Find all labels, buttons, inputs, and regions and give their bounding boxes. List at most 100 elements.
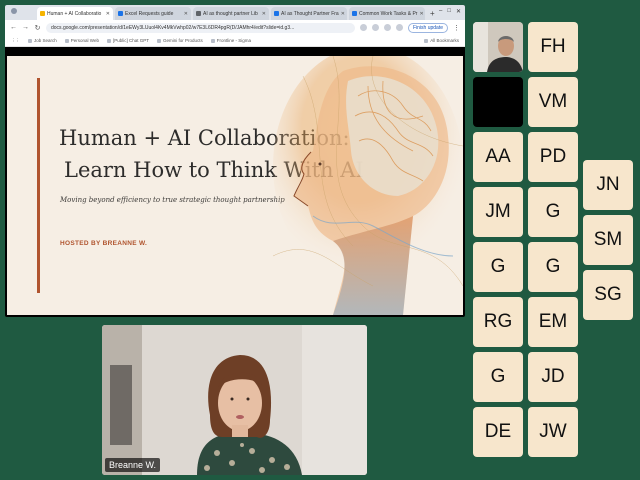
slides-icon xyxy=(40,11,45,16)
presenter-video-frame xyxy=(102,325,367,475)
close-icon[interactable]: ✕ xyxy=(419,11,423,17)
participant-initials: G xyxy=(545,201,561,222)
docs-icon xyxy=(352,11,357,16)
page-icon xyxy=(106,38,111,43)
participant-tile[interactable]: RG xyxy=(473,297,523,347)
participant-initials: DE xyxy=(484,421,512,442)
finish-update-button[interactable]: Finish update xyxy=(407,22,448,33)
close-icon[interactable]: ✕ xyxy=(106,11,110,17)
close-icon[interactable]: ✕ xyxy=(184,11,188,17)
folder-icon xyxy=(424,38,429,43)
bookmark-frontline[interactable]: Frontline - Sigma xyxy=(210,38,251,43)
more-menu-icon[interactable]: ⋮ xyxy=(453,24,460,32)
participant-tile[interactable]: SM xyxy=(583,215,633,265)
presenter-video[interactable]: Breanne W. xyxy=(102,325,367,475)
participant-tile[interactable]: G xyxy=(473,352,523,402)
presenter-name-tag: Breanne W. xyxy=(105,458,161,472)
close-window-icon[interactable]: ✕ xyxy=(456,8,461,15)
participant-initials: G xyxy=(545,256,561,277)
participant-tile[interactable]: G xyxy=(473,242,523,292)
participant-tile[interactable]: DE xyxy=(473,407,523,457)
browser-tabbar: Human + AI Collaboratio ✕ Excel Requests… xyxy=(5,5,465,20)
tab-label: Common Work Tasks & Pr xyxy=(359,10,418,17)
tab-thought-partner-fra[interactable]: AI as Thought Partner Fra ✕ xyxy=(271,7,347,20)
participant-initials: JW xyxy=(539,421,567,442)
participant-tile[interactable]: EM xyxy=(528,297,578,347)
globe-icon xyxy=(196,11,201,16)
bookmark-label: Frontline - Sigma xyxy=(216,38,251,43)
participant-tile[interactable]: SG xyxy=(583,270,633,320)
participant-tile[interactable]: G xyxy=(528,187,578,237)
page-icon xyxy=(210,38,215,43)
folder-icon xyxy=(28,38,32,43)
docs-icon xyxy=(274,11,279,16)
bookmark-label: Personal Web xyxy=(70,38,99,43)
slide-host: HOSTED BY BREANNE W. xyxy=(60,240,148,247)
tab-label: Excel Requests guide xyxy=(125,10,174,17)
participant-tile[interactable]: VM xyxy=(528,77,578,127)
participant-initials: JM xyxy=(485,201,511,222)
participant-initials: JN xyxy=(596,174,620,195)
participant-tile[interactable]: G xyxy=(528,242,578,292)
browser-toolbar: ← → ↻ docs.google.com/presentation/d/1eE… xyxy=(5,20,465,35)
participant-tile[interactable]: JD xyxy=(528,352,578,402)
folder-icon xyxy=(64,38,69,43)
bookmark-gemini[interactable]: Gemini for Products xyxy=(156,38,203,43)
bookmark-label: [Public] Chat GPT xyxy=(112,38,149,43)
participant-initials: JD xyxy=(541,366,565,387)
extension-icon[interactable] xyxy=(359,24,367,31)
bookmark-personal-web[interactable]: Personal Web xyxy=(64,38,99,43)
close-icon[interactable]: ✕ xyxy=(262,11,266,17)
extension-icon[interactable] xyxy=(371,24,379,31)
participant-initials: SM xyxy=(593,229,623,250)
tab-excel-requests[interactable]: Excel Requests guide ✕ xyxy=(115,7,191,20)
slide-accent-bar xyxy=(37,78,40,293)
participant-tile[interactable]: AA xyxy=(473,132,523,182)
participant-initials: RG xyxy=(483,311,513,332)
participant-tile[interactable]: PD xyxy=(528,132,578,182)
participant-video-tile[interactable] xyxy=(473,22,523,72)
participant-tile[interactable]: JM xyxy=(473,187,523,237)
bookmark-job-search[interactable]: Job Search xyxy=(28,38,57,43)
participant-tile[interactable]: JW xyxy=(528,407,578,457)
all-bookmarks[interactable]: All Bookmarks xyxy=(424,38,459,43)
tab-search-icon[interactable] xyxy=(11,8,17,14)
bookmark-label: All Bookmarks xyxy=(430,38,459,43)
apps-icon[interactable]: ⋮⋮ xyxy=(11,38,20,44)
participant-initials: AA xyxy=(485,146,511,167)
new-tab-button[interactable]: + xyxy=(430,7,435,20)
tab-thought-partner-lib[interactable]: AI as thought partner Lib ✕ xyxy=(193,7,269,20)
bookmark-public-chatgpt[interactable]: [Public] Chat GPT xyxy=(106,38,149,43)
tab-label: Human + AI Collaboratio xyxy=(47,10,102,17)
participant-initials: G xyxy=(490,366,506,387)
tab-human-ai[interactable]: Human + AI Collaboratio ✕ xyxy=(37,7,113,20)
docs-icon xyxy=(118,11,123,16)
participant-initials: SG xyxy=(594,284,622,305)
extension-icon[interactable] xyxy=(383,24,391,31)
participant-video-frame xyxy=(473,22,523,72)
participant-tile[interactable]: FH xyxy=(528,22,578,72)
participant-tile[interactable]: JN xyxy=(583,160,633,210)
slide-subtitle: Moving beyond efficiency to true strateg… xyxy=(60,196,285,204)
tab-label: AI as Thought Partner Fra xyxy=(281,10,339,17)
window-controls: – □ ✕ xyxy=(439,8,461,15)
reload-icon[interactable]: ↻ xyxy=(34,24,41,32)
back-icon[interactable]: ← xyxy=(10,24,17,31)
bookmark-label: Job Search xyxy=(34,38,57,43)
close-icon[interactable]: ✕ xyxy=(341,11,345,17)
participant-initials: PD xyxy=(539,146,567,167)
maximize-icon[interactable]: □ xyxy=(447,8,451,15)
address-bar[interactable]: docs.google.com/presentation/d/1eEWy3LUu… xyxy=(46,22,355,33)
ai-head-illustration xyxy=(273,56,463,315)
tab-common-work-tasks[interactable]: Common Work Tasks & Pr ✕ xyxy=(349,7,425,20)
minimize-icon[interactable]: – xyxy=(439,8,442,15)
participant-initials: EM xyxy=(538,311,568,332)
page-icon xyxy=(156,38,161,43)
tab-label: AI as thought partner Lib xyxy=(203,10,258,17)
bookmarks-bar: ⋮⋮ Job Search Personal Web [Public] Chat… xyxy=(5,35,465,47)
participant-initials: G xyxy=(490,256,506,277)
profile-icon[interactable] xyxy=(395,24,403,31)
participant-video-off-tile[interactable] xyxy=(473,77,523,127)
forward-icon[interactable]: → xyxy=(22,24,29,31)
presentation-slide: Human + AI Collaboration: Learn How to T… xyxy=(7,56,463,315)
